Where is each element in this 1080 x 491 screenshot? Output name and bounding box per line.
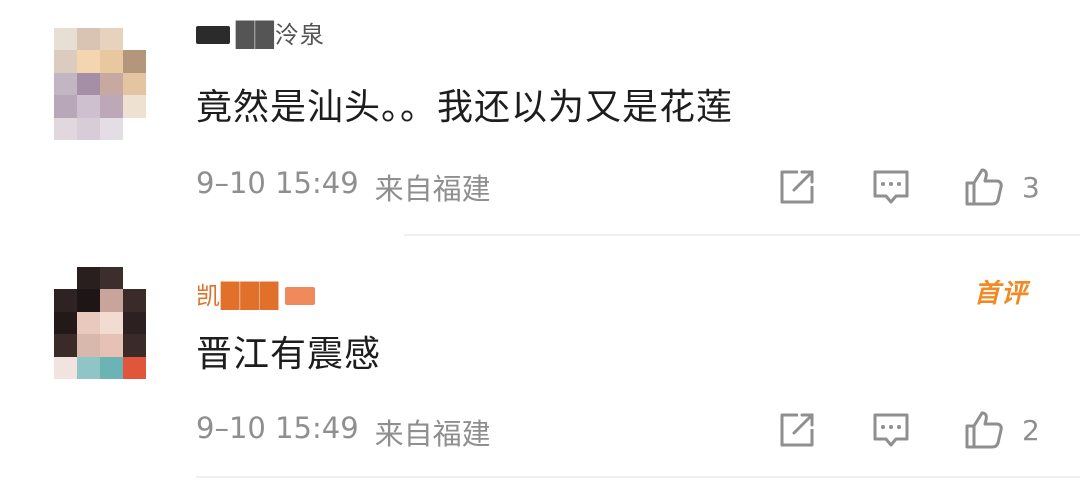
avatar-mosaic-cell: [77, 267, 100, 290]
vip-badge-redaction: [285, 287, 316, 305]
username[interactable]: 凯███: [196, 282, 316, 310]
comment-actions: 3: [0, 164, 1080, 210]
first-comment-badge: 首评: [973, 279, 1028, 309]
avatar-mosaic-cell: [77, 311, 100, 335]
reply-button[interactable]: [870, 164, 912, 210]
like-button[interactable]: 2: [962, 407, 1040, 453]
avatar-mosaic-cell: [77, 95, 100, 118]
thumbs-up-icon: [965, 168, 1003, 206]
username-text: ██泠泉: [236, 21, 325, 49]
comment-item: ██泠泉 竟然是汕头。。我还以为又是花莲 9–10 15:49 来自福建 3: [0, 0, 1080, 235]
avatar-mosaic-cell: [100, 356, 123, 379]
avatar-mosaic-cell: [123, 28, 146, 51]
avatar-mosaic-cell: [54, 117, 77, 140]
avatar-mosaic-cell: [54, 72, 77, 96]
avatar-mosaic-cell: [54, 267, 77, 290]
avatar-mosaic-cell: [100, 289, 123, 312]
share-button[interactable]: [776, 407, 818, 453]
avatar-mosaic-cell: [77, 289, 100, 312]
avatar-mosaic-cell: [100, 95, 123, 118]
like-button[interactable]: 3: [962, 164, 1040, 210]
share-icon: [780, 413, 814, 447]
avatar-mosaic-cell: [54, 311, 77, 335]
comment-text: 竟然是汕头。。我还以为又是花莲: [196, 87, 734, 128]
share-button[interactable]: [776, 164, 818, 210]
avatar-mosaic-cell: [123, 356, 146, 379]
username-text: 凯███: [196, 282, 280, 310]
username[interactable]: ██泠泉: [196, 21, 325, 49]
avatar-mosaic-cell: [100, 72, 123, 96]
avatar-mosaic-cell: [100, 50, 123, 73]
comment-actions: 2: [0, 407, 1080, 453]
avatar-mosaic-cell: [123, 72, 146, 96]
avatar-mosaic-cell: [100, 311, 123, 335]
avatar-mosaic-cell: [100, 28, 123, 51]
like-count: 3: [1022, 170, 1040, 204]
avatar-mosaic-cell: [123, 95, 146, 118]
avatar-mosaic-cell: [77, 356, 100, 379]
avatar-mosaic-cell: [77, 334, 100, 357]
avatar-mosaic-cell: [77, 117, 100, 140]
reply-button[interactable]: [870, 407, 912, 453]
avatar-mosaic-cell: [123, 334, 146, 357]
comment-text: 晋江有震感: [196, 334, 382, 375]
comment-icon: [873, 170, 909, 204]
avatar-mosaic-cell: [54, 289, 77, 312]
divider: [196, 476, 1080, 478]
avatar-mosaic-cell: [77, 50, 100, 73]
avatar-mosaic-cell: [77, 28, 100, 51]
avatar-mosaic-cell: [54, 28, 77, 51]
avatar-mosaic-cell: [123, 50, 146, 73]
avatar-mosaic-cell: [54, 334, 77, 357]
avatar-mosaic-cell: [100, 334, 123, 357]
avatar-mosaic-cell: [54, 95, 77, 118]
avatar-mosaic-cell: [54, 356, 77, 379]
avatar-mosaic-cell: [77, 72, 100, 96]
avatar-mosaic-cell: [54, 50, 77, 73]
avatar-mosaic-cell: [100, 117, 123, 140]
avatar-mosaic-cell: [123, 289, 146, 312]
avatar[interactable]: [54, 267, 146, 379]
avatar-mosaic-cell: [123, 311, 146, 335]
avatar[interactable]: [54, 28, 146, 140]
avatar-mosaic-cell: [123, 117, 146, 140]
comment-icon: [873, 413, 909, 447]
thumbs-up-icon: [965, 411, 1003, 449]
username-redaction: [196, 26, 230, 44]
share-icon: [780, 170, 814, 204]
avatar-mosaic-cell: [123, 267, 146, 290]
comment-item: 凯███ 首评 晋江有震感 9–10 15:49 来自福建 2: [0, 235, 1080, 491]
avatar-mosaic-cell: [100, 267, 123, 290]
like-count: 2: [1022, 413, 1040, 447]
